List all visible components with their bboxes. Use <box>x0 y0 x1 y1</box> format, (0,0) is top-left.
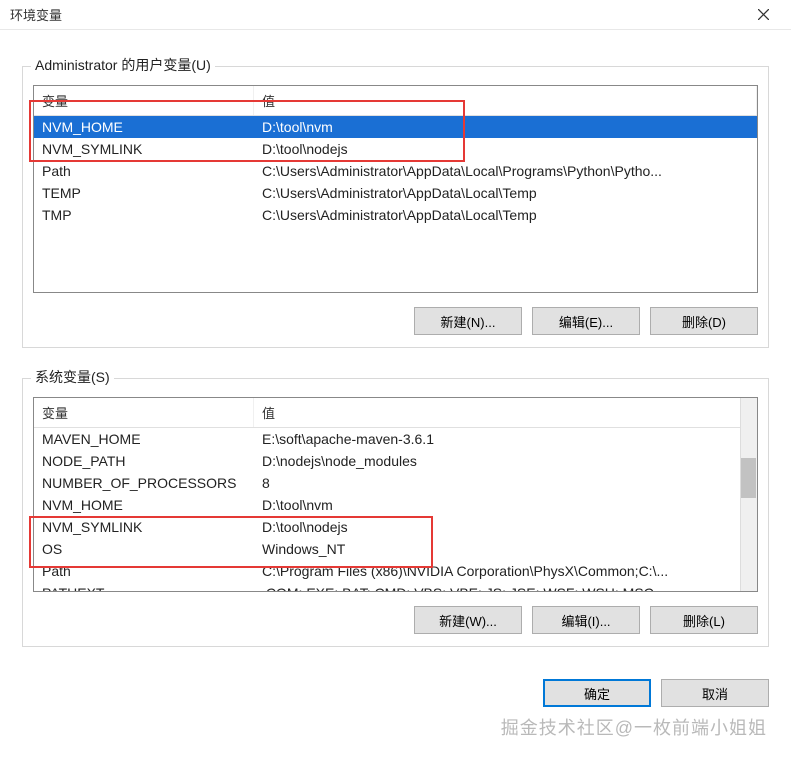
table-row[interactable]: PathC:\Users\Administrator\AppData\Local… <box>34 160 757 182</box>
table-row[interactable]: NVM_SYMLINKD:\tool\nodejs <box>34 138 757 160</box>
list-header: 变量 值 <box>34 86 757 116</box>
close-icon[interactable] <box>743 1 783 29</box>
table-row[interactable]: NUMBER_OF_PROCESSORS8 <box>34 472 757 494</box>
cell-value: 8 <box>254 472 740 494</box>
sys-vars-label: 系统变量(S) <box>31 367 114 387</box>
new-user-var-button[interactable]: 新建(N)... <box>414 307 522 335</box>
cell-name: Path <box>34 560 254 582</box>
cell-name: TMP <box>34 204 254 226</box>
scrollbar[interactable] <box>740 398 757 591</box>
user-vars-buttons: 新建(N)... 编辑(E)... 删除(D) <box>33 307 758 335</box>
table-row[interactable]: OSWindows_NT <box>34 538 757 560</box>
header-name[interactable]: 变量 <box>34 398 254 427</box>
cell-value: C:\Users\Administrator\AppData\Local\Pro… <box>254 160 757 182</box>
table-row[interactable]: TMPC:\Users\Administrator\AppData\Local\… <box>34 204 757 226</box>
cell-name: MAVEN_HOME <box>34 428 254 450</box>
edit-user-var-button[interactable]: 编辑(E)... <box>532 307 640 335</box>
table-row[interactable]: PathC:\Program Files (x86)\NVIDIA Corpor… <box>34 560 757 582</box>
sys-vars-buttons: 新建(W)... 编辑(I)... 删除(L) <box>33 606 758 634</box>
table-row[interactable]: TEMPC:\Users\Administrator\AppData\Local… <box>34 182 757 204</box>
cell-value: D:\tool\nodejs <box>254 516 740 538</box>
cell-value: E:\soft\apache-maven-3.6.1 <box>254 428 740 450</box>
cell-value: D:\tool\nvm <box>254 494 740 516</box>
cell-value: D:\nodejs\node_modules <box>254 450 740 472</box>
cell-value: Windows_NT <box>254 538 740 560</box>
table-row[interactable]: NVM_HOMED:\tool\nvm <box>34 494 757 516</box>
window-title: 环境变量 <box>10 5 62 24</box>
delete-sys-var-button[interactable]: 删除(L) <box>650 606 758 634</box>
cell-value: C:\Users\Administrator\AppData\Local\Tem… <box>254 204 757 226</box>
table-row[interactable]: NVM_HOMED:\tool\nvm <box>34 116 757 138</box>
cell-name: NUMBER_OF_PROCESSORS <box>34 472 254 494</box>
cell-name: NVM_SYMLINK <box>34 516 254 538</box>
scrollbar-thumb[interactable] <box>741 458 756 498</box>
dialog-content: Administrator 的用户变量(U) 变量 值 NVM_HOMED:\t… <box>0 30 791 657</box>
cell-value: C:\Program Files (x86)\NVIDIA Corporatio… <box>254 560 740 582</box>
header-value[interactable]: 值 <box>254 398 757 427</box>
user-vars-group: Administrator 的用户变量(U) 变量 值 NVM_HOMED:\t… <box>22 66 769 348</box>
cell-name: PATHEXT <box>34 582 254 592</box>
cell-name: TEMP <box>34 182 254 204</box>
cell-value: C:\Users\Administrator\AppData\Local\Tem… <box>254 182 757 204</box>
list-header: 变量 值 <box>34 398 757 428</box>
table-row[interactable]: MAVEN_HOMEE:\soft\apache-maven-3.6.1 <box>34 428 757 450</box>
cell-name: NVM_HOME <box>34 494 254 516</box>
cancel-button[interactable]: 取消 <box>661 679 769 707</box>
header-name[interactable]: 变量 <box>34 86 254 115</box>
cell-value: D:\tool\nvm <box>254 116 757 138</box>
edit-sys-var-button[interactable]: 编辑(I)... <box>532 606 640 634</box>
cell-value: .COM;.EXE;.BAT;.CMD;.VBS;.VBE;.JS;.JSE;.… <box>254 582 740 592</box>
watermark: 掘金技术社区@一枚前端小姐姐 <box>501 714 767 740</box>
sys-vars-group: 系统变量(S) 变量 值 MAVEN_HOMEE:\soft\apache-ma… <box>22 378 769 647</box>
cell-name: NODE_PATH <box>34 450 254 472</box>
table-row[interactable]: NVM_SYMLINKD:\tool\nodejs <box>34 516 757 538</box>
new-sys-var-button[interactable]: 新建(W)... <box>414 606 522 634</box>
header-value[interactable]: 值 <box>254 86 757 115</box>
cell-value: D:\tool\nodejs <box>254 138 757 160</box>
dialog-buttons: 确定 取消 <box>0 657 791 707</box>
ok-button[interactable]: 确定 <box>543 679 651 707</box>
cell-name: OS <box>34 538 254 560</box>
user-vars-label: Administrator 的用户变量(U) <box>31 55 215 75</box>
table-row[interactable]: NODE_PATHD:\nodejs\node_modules <box>34 450 757 472</box>
user-vars-list[interactable]: 变量 值 NVM_HOMED:\tool\nvmNVM_SYMLINKD:\to… <box>33 85 758 293</box>
table-row[interactable]: PATHEXT.COM;.EXE;.BAT;.CMD;.VBS;.VBE;.JS… <box>34 582 757 592</box>
delete-user-var-button[interactable]: 删除(D) <box>650 307 758 335</box>
sys-vars-list[interactable]: 变量 值 MAVEN_HOMEE:\soft\apache-maven-3.6.… <box>33 397 758 592</box>
cell-name: NVM_HOME <box>34 116 254 138</box>
cell-name: Path <box>34 160 254 182</box>
titlebar: 环境变量 <box>0 0 791 30</box>
cell-name: NVM_SYMLINK <box>34 138 254 160</box>
